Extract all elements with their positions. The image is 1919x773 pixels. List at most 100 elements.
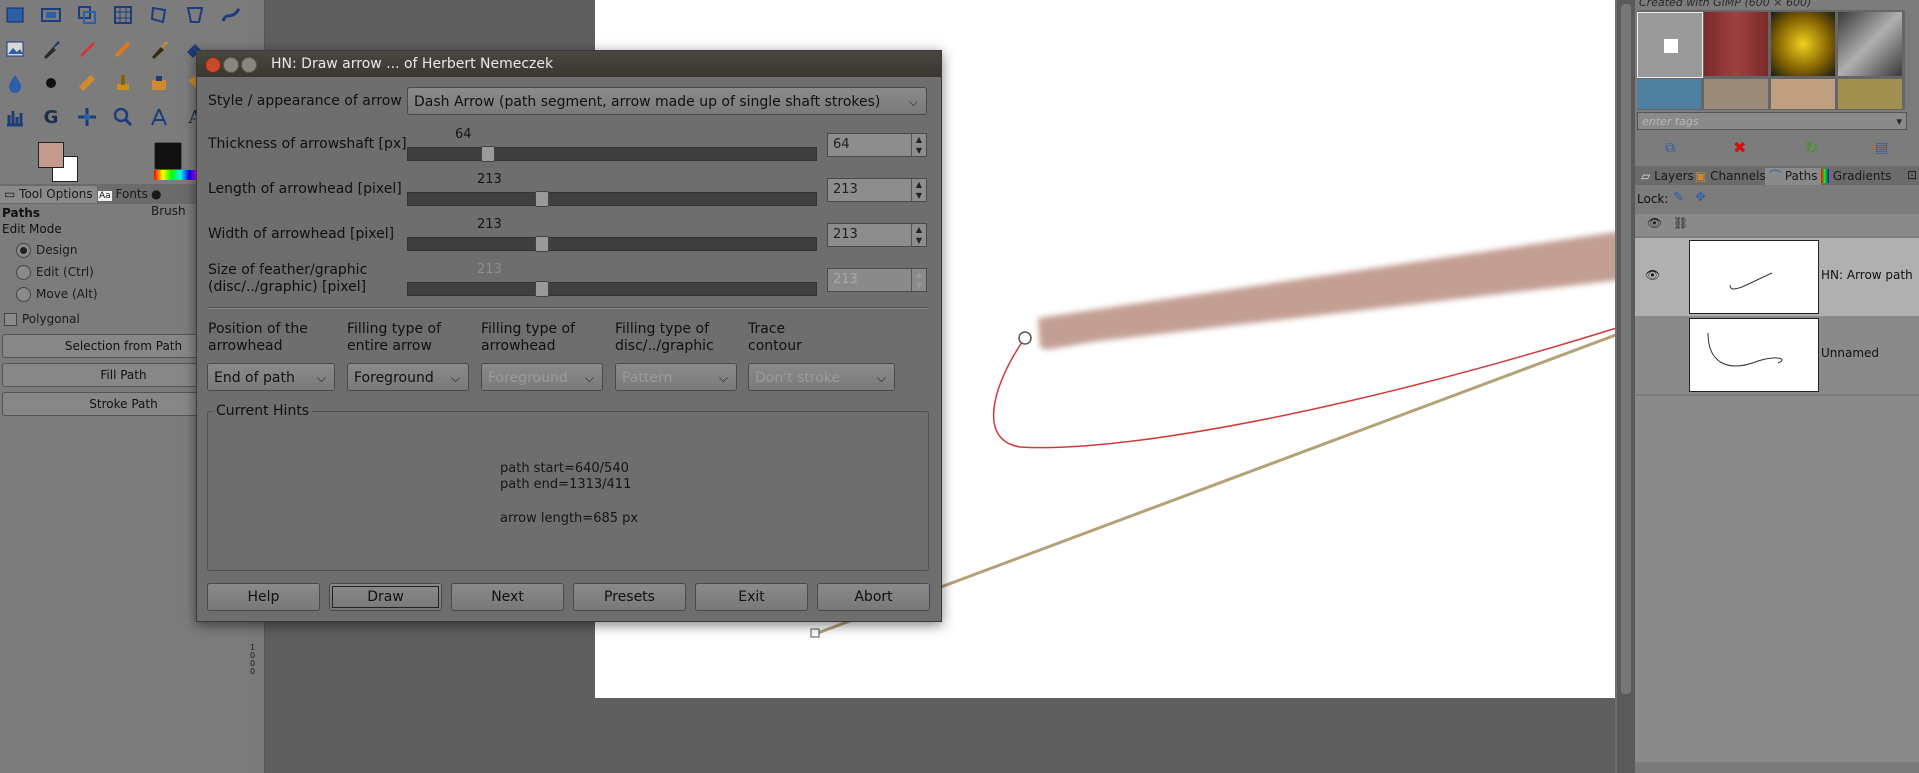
canvas-vertical-scrollbar[interactable]: [1617, 0, 1635, 773]
heal-icon[interactable]: [74, 70, 100, 96]
pattern-grid[interactable]: [1637, 10, 1905, 110]
airbrush-icon[interactable]: [110, 36, 136, 62]
tags-dropdown-icon[interactable]: ▾: [1896, 113, 1902, 131]
brush-preview-icon[interactable]: [154, 142, 182, 170]
thickness-spin[interactable]: 64 ▲ ▼: [827, 133, 927, 157]
dialog-titlebar[interactable]: HN: Draw arrow ... of Herbert Nemeczek: [197, 51, 941, 77]
pattern-thumb-wood[interactable]: [1704, 12, 1768, 76]
warp-icon[interactable]: [218, 2, 244, 28]
clone-icon[interactable]: [110, 70, 136, 96]
tab-layers[interactable]: ▱ Layers: [1637, 168, 1698, 185]
maximize-icon[interactable]: [241, 57, 257, 73]
gradient-preview[interactable]: [154, 170, 198, 180]
spin-arrows-icon[interactable]: ▲ ▼: [911, 269, 926, 291]
path-row-arrow[interactable]: 👁 HN: Arrow path: [1635, 238, 1919, 316]
pattern-thumb-skin[interactable]: [1771, 79, 1835, 109]
hint-path-start: path start=640/540: [500, 461, 629, 476]
ink-icon[interactable]: [146, 36, 172, 62]
measure-icon[interactable]: [146, 104, 172, 130]
fill-head-select[interactable]: Foreground ⌵: [481, 363, 603, 391]
help-button[interactable]: Help: [207, 583, 320, 611]
align-icon[interactable]: [38, 2, 64, 28]
foreground-color-top[interactable]: [38, 142, 64, 168]
blur-icon[interactable]: [2, 70, 28, 96]
style-select[interactable]: Dash Arrow (path segment, arrow made up …: [407, 87, 927, 115]
image-icon[interactable]: [2, 36, 28, 62]
slider-knob[interactable]: [535, 191, 549, 207]
hint-arrow-length: arrow length=685 px: [500, 511, 639, 526]
spin-arrows-icon[interactable]: ▲ ▼: [911, 179, 926, 201]
unified-transform-icon[interactable]: [146, 2, 172, 28]
head-length-spin[interactable]: 213 ▲ ▼: [827, 178, 927, 202]
export-icon[interactable]: ▤: [1875, 140, 1888, 156]
pattern-thumb-metal[interactable]: [1838, 12, 1902, 76]
rect-select-icon[interactable]: [2, 2, 28, 28]
lock-position-icon[interactable]: ✥: [1695, 190, 1706, 205]
feather-size-slider[interactable]: [407, 281, 817, 297]
lock-strokes-icon[interactable]: ✎: [1673, 190, 1684, 205]
levels-icon[interactable]: [2, 104, 28, 130]
fill-disc-select[interactable]: Pattern ⌵: [615, 363, 737, 391]
trace-select[interactable]: Don't stroke ⌵: [748, 363, 895, 391]
gegl-icon[interactable]: G: [38, 104, 64, 130]
tab-channels[interactable]: ▣ Channels: [1691, 168, 1770, 185]
mode-edit-radio[interactable]: [16, 265, 31, 280]
thickness-slider[interactable]: [407, 146, 817, 162]
path-row-unnamed[interactable]: Unnamed: [1635, 316, 1919, 394]
spin-arrows-icon[interactable]: ▲ ▼: [911, 224, 926, 246]
perspective-icon[interactable]: [182, 2, 208, 28]
head-width-spin[interactable]: 213 ▲ ▼: [827, 223, 927, 247]
tags-input[interactable]: enter tags ▾: [1637, 112, 1907, 130]
ruler-ticks: 1000: [250, 643, 256, 676]
next-button[interactable]: Next: [451, 583, 564, 611]
tab-gradients[interactable]: || Gradients: [1817, 168, 1895, 185]
exit-button[interactable]: Exit: [695, 583, 808, 611]
pattern-header: Created with GIMP (600 × 600): [1639, 0, 1812, 9]
delete-pattern-icon[interactable]: ✖: [1733, 138, 1746, 157]
slider-knob[interactable]: [535, 236, 549, 252]
smudge-icon[interactable]: [38, 70, 64, 96]
refresh-icon[interactable]: ↻: [1805, 138, 1818, 157]
dodge-icon[interactable]: [146, 70, 172, 96]
pattern-thumb-yellow[interactable]: [1771, 12, 1835, 76]
spin-arrows-icon[interactable]: ▲ ▼: [911, 134, 926, 156]
tab-fonts[interactable]: Aa Fonts: [94, 186, 152, 203]
head-length-slider[interactable]: [407, 191, 817, 207]
mode-design-radio[interactable]: [16, 243, 31, 258]
crop-icon[interactable]: [74, 2, 100, 28]
tab-paths[interactable]: ⌒ Paths: [1765, 168, 1822, 185]
feather-size-spin[interactable]: 213 ▲ ▼: [827, 268, 927, 292]
head-length-label: Length of arrowhead [pixel]: [208, 181, 402, 197]
pattern-thumb-olive[interactable]: [1838, 79, 1902, 109]
close-icon[interactable]: [205, 57, 221, 73]
polygonal-checkbox[interactable]: [4, 313, 17, 326]
pattern-thumb-blue[interactable]: [1637, 79, 1701, 109]
move-icon[interactable]: [74, 104, 100, 130]
fill-entire-select[interactable]: Foreground ⌵: [347, 363, 469, 391]
slider-knob[interactable]: [535, 281, 549, 297]
open-pattern-icon[interactable]: ⧉: [1665, 140, 1675, 156]
grid-transform-icon[interactable]: [110, 2, 136, 28]
pattern-thumb-stone[interactable]: [1704, 79, 1768, 109]
pencil-icon[interactable]: [74, 36, 100, 62]
minimize-icon[interactable]: [223, 57, 239, 73]
dock-menu-icon[interactable]: ⊡: [1903, 167, 1919, 184]
presets-button[interactable]: Presets: [573, 583, 686, 611]
tab-brushes[interactable]: ● Brush: [147, 186, 200, 218]
pattern-thumb-blank[interactable]: [1637, 12, 1703, 78]
mode-move-radio[interactable]: [16, 287, 31, 302]
tab-tool-options[interactable]: ▭ Tool Options: [0, 186, 97, 203]
scroll-thumb[interactable]: [1621, 4, 1631, 694]
slider-knob[interactable]: [481, 146, 495, 162]
abort-button[interactable]: Abort: [817, 583, 930, 611]
head-width-slider[interactable]: [407, 236, 817, 252]
fill-head-heading: Filling type of arrowhead: [481, 321, 576, 354]
path-start-anchor: [1018, 331, 1032, 345]
paintbrush-icon[interactable]: [38, 36, 64, 62]
path-thumbnail: [1689, 318, 1819, 392]
paths-list-header: 👁 ⛓: [1635, 214, 1919, 236]
visibility-eye-icon[interactable]: 👁: [1645, 268, 1660, 282]
position-select[interactable]: End of path ⌵: [207, 363, 335, 391]
zoom-icon[interactable]: [110, 104, 136, 130]
draw-button[interactable]: Draw: [329, 583, 442, 611]
